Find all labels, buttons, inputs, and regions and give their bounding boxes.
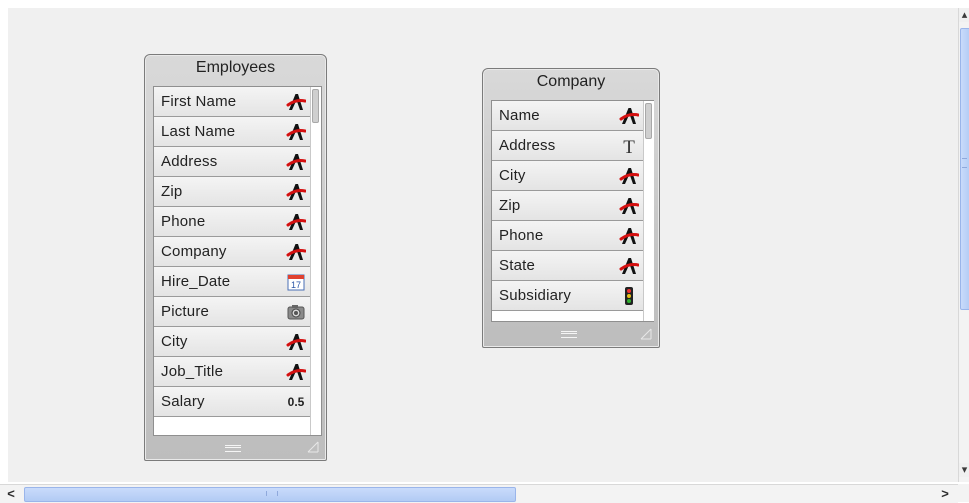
number-field-icon: 0.5 (286, 392, 306, 412)
field-row[interactable]: First Name (154, 87, 310, 117)
field-name: Phone (161, 213, 206, 230)
field-name: Zip (161, 183, 183, 200)
vertical-scroll-thumb[interactable] (960, 28, 969, 310)
scroll-down-icon[interactable]: ▾ (959, 463, 969, 477)
field-row[interactable]: Name (492, 101, 643, 131)
table-title: Company (536, 73, 606, 90)
field-row[interactable]: Hire_Date 17 (154, 267, 310, 297)
text-field-icon (286, 362, 307, 382)
scroll-right-icon[interactable]: > (936, 486, 954, 502)
field-name: Last Name (161, 123, 236, 140)
grip-icon (266, 491, 278, 496)
scroll-corner (958, 484, 969, 502)
field-name: State (499, 257, 536, 274)
text-field-icon (619, 196, 640, 216)
vertical-scrollbar[interactable]: ▴ ▾ (958, 8, 969, 482)
field-row[interactable]: Subsidiary (492, 281, 643, 311)
field-name: Job_Title (161, 363, 224, 380)
resize-grip-icon[interactable] (640, 328, 652, 340)
field-name: City (161, 333, 188, 350)
field-list[interactable]: First Name Last Name Address Zip Phone Compan… (153, 86, 322, 436)
horizontal-scrollbar[interactable]: < > (0, 484, 958, 503)
field-row[interactable]: City (492, 161, 643, 191)
grip-icon (962, 158, 967, 168)
text-field-icon (286, 332, 307, 352)
boolean-field-icon (619, 286, 639, 306)
field-row[interactable]: State (492, 251, 643, 281)
text-field-icon (619, 226, 640, 246)
field-row[interactable]: Picture (154, 297, 310, 327)
svg-text:T: T (623, 137, 635, 156)
text-field-icon (286, 212, 307, 232)
drag-grip-icon[interactable] (561, 331, 577, 338)
svg-text:17: 17 (291, 280, 301, 290)
field-list-scrollbar[interactable] (310, 87, 321, 435)
field-row[interactable]: Phone (492, 221, 643, 251)
field-row[interactable]: Salary 0.5 (154, 387, 310, 417)
text-field-icon (286, 122, 307, 142)
text-field-icon (619, 166, 640, 186)
field-name: Subsidiary (499, 287, 572, 304)
scroll-up-icon[interactable]: ▴ (959, 8, 969, 22)
scroll-thumb[interactable] (645, 103, 652, 139)
field-row[interactable]: Phone (154, 207, 310, 237)
field-name: Phone (499, 227, 544, 244)
text-field-icon (286, 242, 307, 262)
field-row[interactable]: Job_Title (154, 357, 310, 387)
field-row[interactable]: Company (154, 237, 310, 267)
field-name: Hire_Date (161, 273, 231, 290)
text-field-icon (286, 92, 307, 112)
field-row[interactable]: Address (154, 147, 310, 177)
table-employees[interactable]: Employees First Name Last Name Address Zip P… (144, 54, 327, 461)
field-row[interactable]: Zip (492, 191, 643, 221)
field-name: Picture (161, 303, 210, 320)
table-company[interactable]: Company Name Address T City Zip Phone State Sub… (482, 68, 660, 348)
field-name: Zip (499, 197, 521, 214)
field-name: Salary (161, 393, 205, 410)
field-list-scrollbar[interactable] (643, 101, 654, 321)
text-field-icon (286, 182, 307, 202)
field-row[interactable]: Zip (154, 177, 310, 207)
scroll-thumb[interactable] (312, 89, 319, 123)
text-field-icon (619, 106, 640, 126)
table-title: Employees (195, 59, 276, 76)
field-name: Address (499, 137, 556, 154)
text-field-icon (286, 152, 307, 172)
scroll-left-icon[interactable]: < (2, 486, 20, 502)
date-field-icon: 17 (286, 272, 306, 292)
field-name: First Name (161, 93, 237, 110)
text-field-icon (619, 256, 640, 276)
field-name: Address (161, 153, 218, 170)
field-row[interactable]: Last Name (154, 117, 310, 147)
field-list[interactable]: Name Address T City Zip Phone State Subsidiary (491, 100, 654, 322)
field-name: Name (499, 107, 540, 124)
field-row[interactable]: City (154, 327, 310, 357)
svg-text:0.5: 0.5 (288, 395, 305, 409)
field-name: Company (161, 243, 227, 260)
drag-grip-icon[interactable] (225, 445, 241, 452)
field-row[interactable]: Address T (492, 131, 643, 161)
text-blob-field-icon: T (619, 136, 639, 158)
field-name: City (499, 167, 526, 184)
picture-field-icon (286, 302, 306, 322)
resize-grip-icon[interactable] (307, 441, 319, 453)
